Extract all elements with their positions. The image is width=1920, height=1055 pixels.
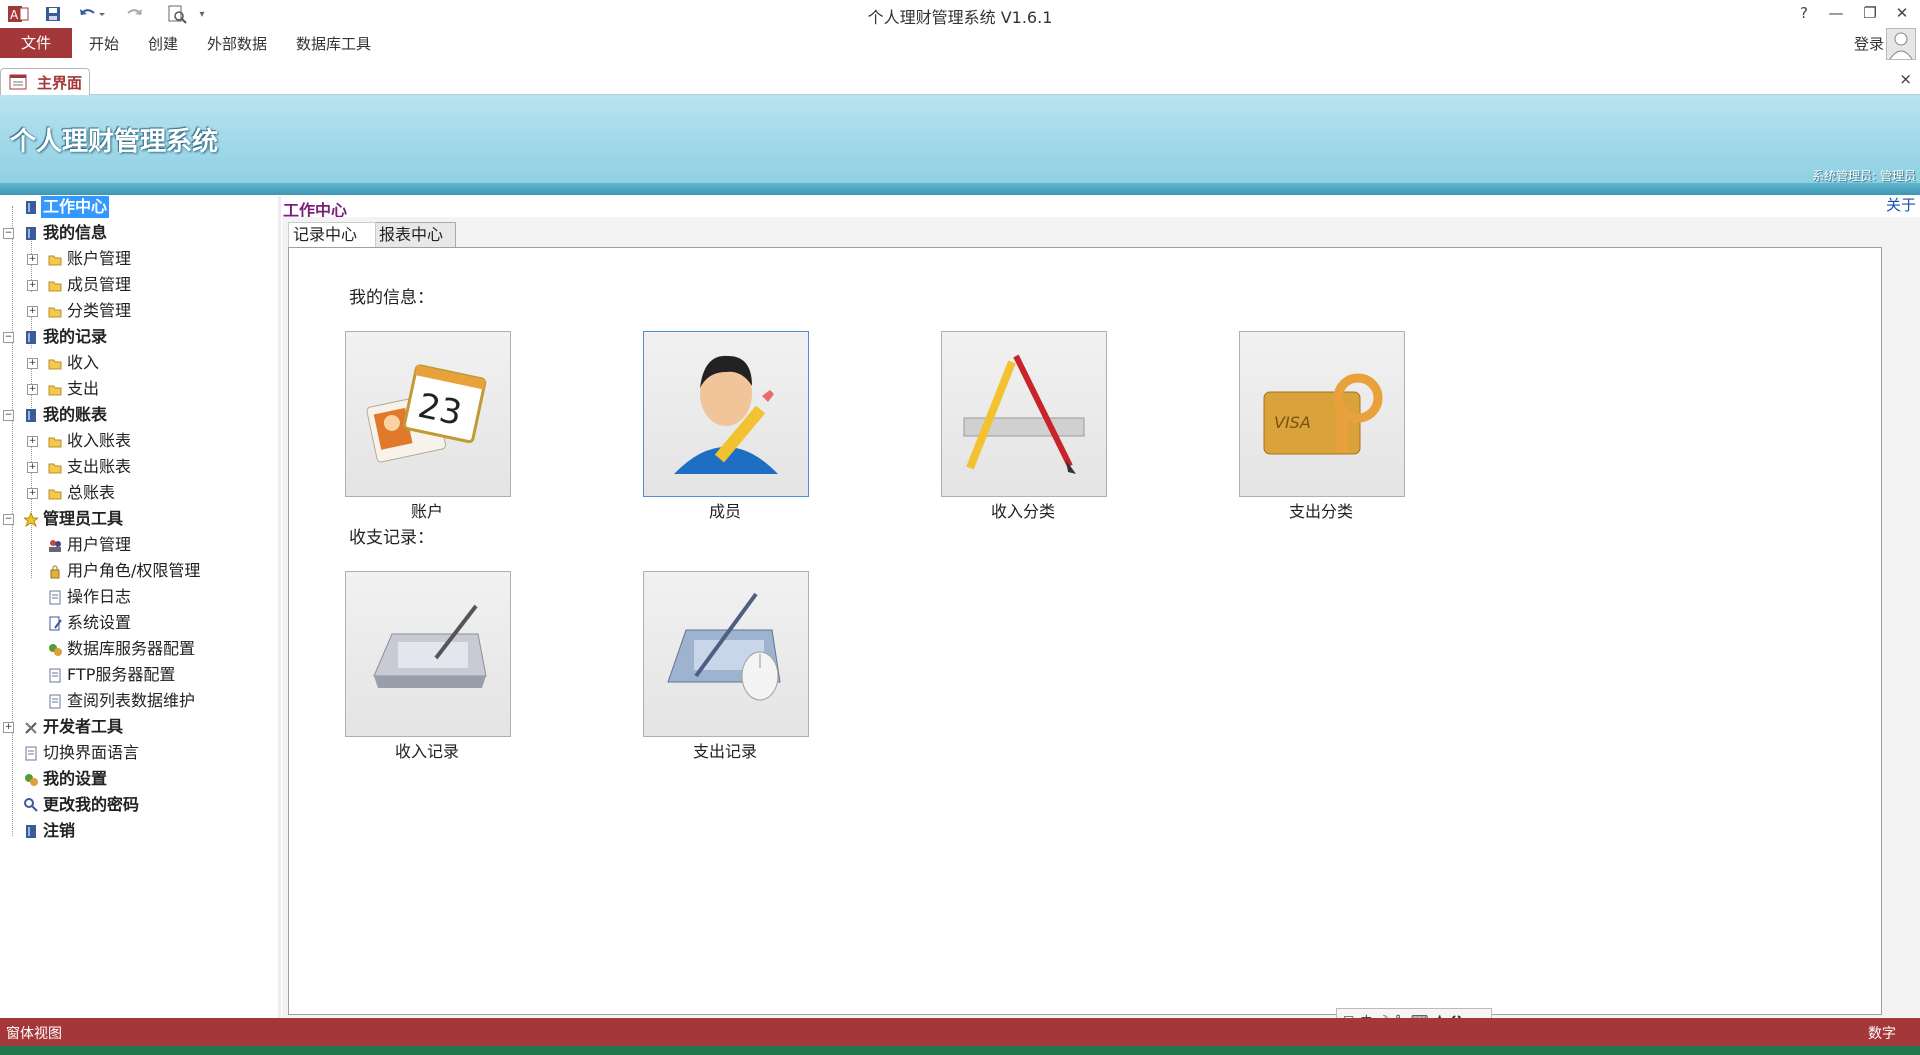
settings-gear-icon: [24, 771, 38, 786]
book-icon: [24, 329, 38, 344]
tab-database-tools[interactable]: 数据库工具: [296, 33, 371, 54]
member-tile-label: 成员: [708, 502, 741, 521]
expand-toggle[interactable]: +: [27, 306, 38, 317]
document-icon: [24, 745, 38, 761]
tab-main-form[interactable]: 主界面: [0, 68, 90, 95]
drawing-tablet-pen-icon: [373, 604, 487, 688]
numlock-status: 数字: [1868, 1026, 1896, 1042]
document-icon: [48, 667, 62, 683]
expand-toggle[interactable]: +: [27, 280, 38, 291]
expense-category-tile-label: 支出分类: [1288, 502, 1353, 521]
system-title: 个人理财管理系统: [10, 127, 219, 157]
expand-toggle[interactable]: +: [27, 358, 38, 369]
expand-toggle[interactable]: +: [27, 436, 38, 447]
current-user-label: 系统管理员: 管理员: [1812, 169, 1916, 183]
database-gear-icon: [48, 641, 62, 656]
book-icon: [24, 199, 38, 214]
member-edit-icon: [674, 355, 778, 474]
close-button[interactable]: ✕: [1888, 2, 1916, 24]
header-banner: 个人理财管理系统 系统管理员: 管理员: [0, 95, 1920, 183]
app-title: 个人理财管理系统 V1.6.1: [867, 8, 1053, 27]
tab-home[interactable]: 开始: [89, 33, 119, 54]
visa-card-key-icon: VISA: [1263, 373, 1383, 455]
login-link[interactable]: 登录: [1854, 33, 1884, 54]
member-tile-button[interactable]: [643, 331, 809, 497]
tools-icon: [24, 719, 38, 734]
folder-icon: [48, 433, 62, 448]
tablet-mouse-icon: [667, 592, 781, 701]
about-link[interactable]: 关于: [1886, 194, 1916, 215]
expand-toggle[interactable]: +: [27, 384, 38, 395]
document-tabs: 主界面 ×: [0, 66, 1920, 95]
collapse-toggle[interactable]: −: [3, 332, 14, 343]
expand-toggle[interactable]: +: [3, 722, 14, 733]
book-icon: [24, 407, 38, 422]
folder-icon: [48, 459, 62, 474]
collapse-toggle[interactable]: −: [3, 514, 14, 525]
income-category-tile-label: 收入分类: [990, 502, 1055, 521]
expense-category-tile-button[interactable]: VISA: [1239, 331, 1405, 497]
status-bar: 窗体视图 数字: [0, 1018, 1920, 1046]
tab-create[interactable]: 创建: [148, 33, 178, 54]
tab-external-data[interactable]: 外部数据: [207, 33, 267, 54]
section-income-expense-records: 收支记录：: [349, 528, 434, 548]
folder-icon: [48, 485, 62, 500]
close-document-icon[interactable]: ×: [1899, 70, 1912, 88]
book-icon: [24, 225, 38, 240]
banner-strip: [0, 183, 1920, 195]
visa-text: VISA: [1274, 413, 1311, 432]
tab-report-center[interactable]: 报表中心: [374, 222, 456, 248]
minimize-button[interactable]: —: [1822, 2, 1850, 24]
folder-icon: [48, 303, 62, 318]
expand-toggle[interactable]: +: [27, 488, 38, 499]
users-icon: [48, 537, 62, 552]
lock-icon: [48, 563, 62, 579]
title-bar: A ▾ 个人理财管理系统 V1.6.1 ? — ❐ ✕: [0, 0, 1920, 28]
star-icon: [22, 511, 40, 528]
account-tile-label: 账户: [410, 502, 443, 521]
document-icon: [48, 589, 62, 605]
tab-record-center[interactable]: 记录中心: [288, 222, 376, 247]
expense-record-tile-label: 支出记录: [692, 742, 757, 761]
calendar-contact-icon: 23: [366, 364, 487, 463]
key-search-icon: [24, 797, 38, 812]
user-avatar[interactable]: [1886, 28, 1916, 60]
form-icon: [9, 74, 27, 94]
book-icon: [24, 823, 38, 838]
expense-record-tile-button[interactable]: [643, 571, 809, 737]
settings-doc-icon: [48, 615, 62, 631]
ribbon-menu: 文件 开始 创建 外部数据 数据库工具 登录: [0, 28, 1920, 60]
file-tab[interactable]: 文件: [0, 28, 72, 58]
document-icon: [48, 693, 62, 709]
navigation-tree: 工作中心 − 我的信息 + 账户管理 + 成员管理 + 分类管理 − 我的记录 …: [0, 196, 281, 1018]
tree-connector: [31, 440, 32, 578]
restore-button[interactable]: ❐: [1856, 2, 1884, 24]
collapse-toggle[interactable]: −: [3, 228, 14, 239]
folder-icon: [48, 277, 62, 292]
view-mode-status: 窗体视图: [6, 1026, 62, 1042]
folder-icon: [48, 251, 62, 266]
income-record-tile-button[interactable]: [345, 571, 511, 737]
income-record-tile-label: 收入记录: [394, 742, 459, 761]
folder-icon: [48, 355, 62, 370]
taskbar-edge: [0, 1046, 1920, 1055]
folder-icon: [48, 381, 62, 396]
ruler-pencil-brush-icon: [963, 354, 1085, 474]
expand-toggle[interactable]: +: [27, 462, 38, 473]
tab-main-form-label: 主界面: [37, 74, 83, 92]
income-category-tile-button[interactable]: [941, 331, 1107, 497]
expand-toggle[interactable]: +: [27, 254, 38, 265]
record-center-panel: 我的信息： 23 账户 成员 收入分类 VISA 支出分类 收支记录： 收入记录…: [288, 247, 1882, 1015]
account-tile-button[interactable]: 23: [345, 331, 511, 497]
collapse-toggle[interactable]: −: [3, 410, 14, 421]
section-my-info: 我的信息：: [349, 288, 434, 308]
help-button[interactable]: ?: [1790, 2, 1818, 24]
